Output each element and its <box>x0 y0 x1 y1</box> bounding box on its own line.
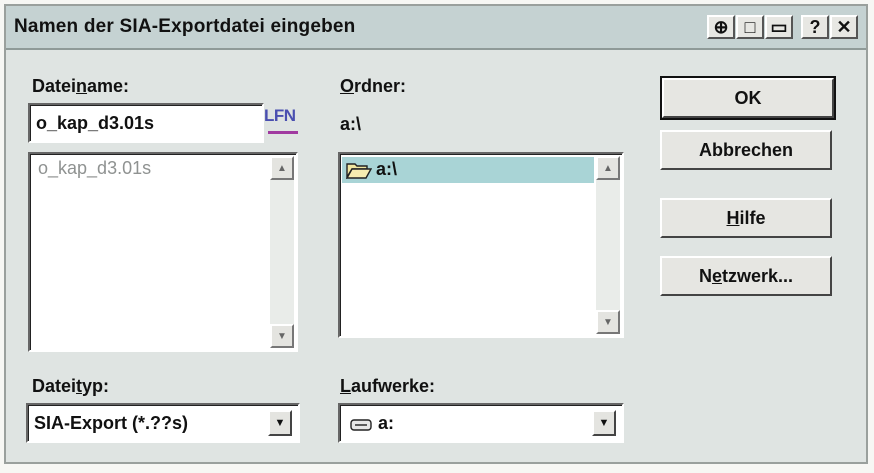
network-button[interactable]: Ne tzwerk... <box>660 256 832 296</box>
filetype-value: SIA-Export (*.??s) <box>34 413 189 433</box>
chevron-down-icon[interactable]: ▼ <box>592 410 616 436</box>
filetype-label: Dateityp: <box>32 376 110 396</box>
help-icon[interactable]: ? <box>801 15 829 39</box>
drive-icon <box>350 418 372 436</box>
folder-open-icon <box>345 161 373 184</box>
drives-select[interactable]: a: ▼ <box>338 403 624 443</box>
scroll-down-icon[interactable]: ▼ <box>270 324 294 348</box>
cancel-button[interactable]: Abbrechen <box>660 130 832 170</box>
folder-label: Ordner: <box>340 76 407 96</box>
window-icon[interactable]: ▭ <box>765 15 793 39</box>
list-item[interactable]: o_kap_d3.01s <box>38 158 151 179</box>
folder-list-item[interactable]: a:\ <box>342 157 594 183</box>
filename-input[interactable]: o_kap_d3.01s <box>28 103 264 143</box>
lfn-badge: LFN <box>264 106 296 125</box>
chevron-down-icon[interactable]: ▼ <box>268 410 292 436</box>
scroll-up-icon[interactable]: ▲ <box>596 156 620 180</box>
drives-value: a: <box>378 413 395 433</box>
folder-list[interactable]: a:\ ▲ ▼ <box>338 152 624 338</box>
folder-item-label: a:\ <box>376 159 398 179</box>
page-icon[interactable]: □ <box>736 15 764 39</box>
scroll-up-icon[interactable]: ▲ <box>270 156 294 180</box>
system-menu-icon[interactable]: ⊕ <box>707 15 735 39</box>
title-bar-buttons: ⊕ □ ▭ ? ✕ <box>706 15 858 39</box>
lfn-underline <box>268 131 298 134</box>
filename-list-scrollbar[interactable]: ▲ ▼ <box>270 156 294 348</box>
ok-button[interactable]: OK <box>660 76 836 120</box>
filetype-select[interactable]: SIA-Export (*.??s) ▼ <box>26 403 300 443</box>
title-bar[interactable]: Namen der SIA-Exportdatei eingeben ⊕ □ ▭… <box>6 6 866 50</box>
filename-label: Dateiname: <box>32 76 130 96</box>
filename-list[interactable]: o_kap_d3.01s ▲ ▼ <box>28 152 298 352</box>
dialog-title: Namen der SIA-Exportdatei eingeben <box>14 16 356 37</box>
help-button[interactable]: Hilfe <box>660 198 832 238</box>
folder-list-scrollbar[interactable]: ▲ ▼ <box>596 156 620 334</box>
scroll-down-icon[interactable]: ▼ <box>596 310 620 334</box>
filename-value: o_kap_d3.01s <box>36 113 155 133</box>
drives-label: Laufwerke: <box>340 376 436 396</box>
current-folder-path: a:\ <box>340 114 362 134</box>
file-dialog: Namen der SIA-Exportdatei eingeben ⊕ □ ▭… <box>4 4 868 464</box>
close-icon[interactable]: ✕ <box>830 15 858 39</box>
